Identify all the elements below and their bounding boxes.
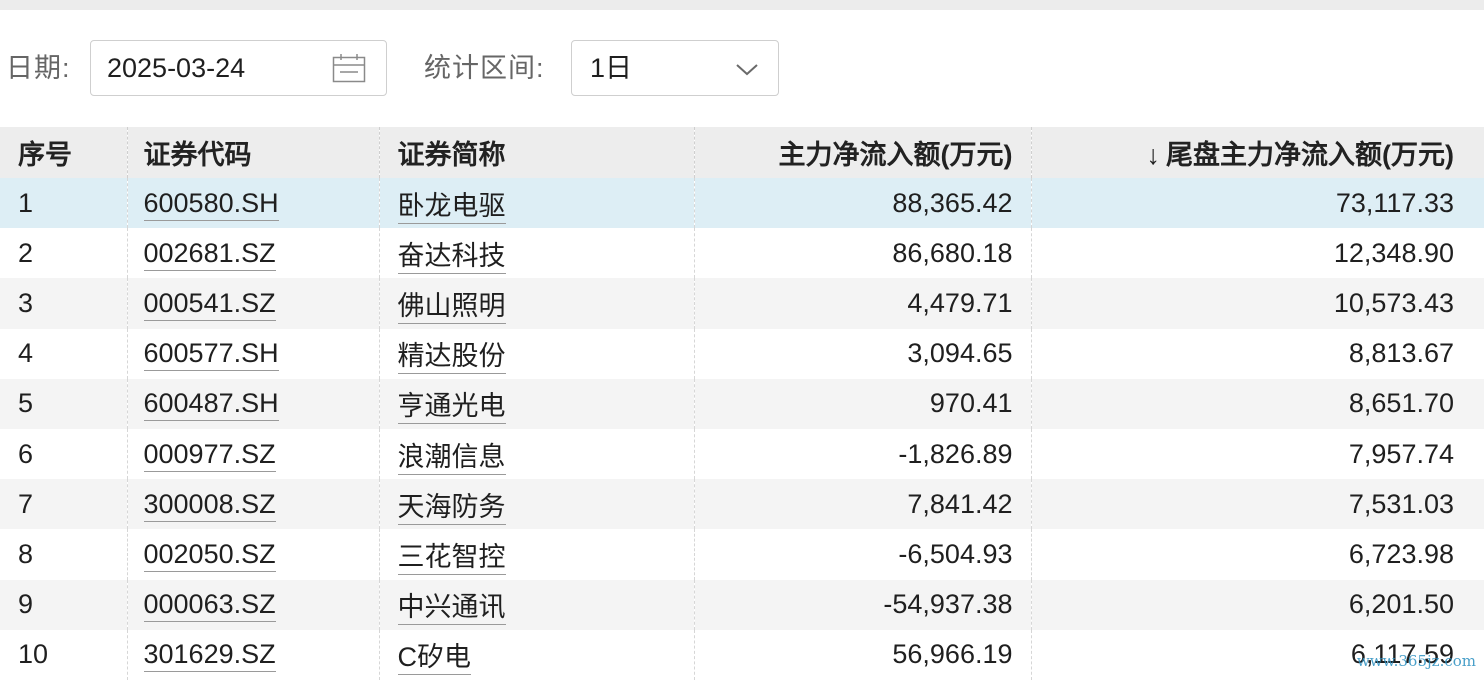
tail-main-net-inflow: 10,573.43 xyxy=(1031,278,1484,328)
header-name[interactable]: 证券简称 xyxy=(379,127,694,178)
security-name[interactable]: 精达股份 xyxy=(398,341,506,374)
security-name-link[interactable]: 中兴通讯 xyxy=(379,580,694,630)
security-name[interactable]: 亨通光电 xyxy=(398,391,506,424)
table-row[interactable]: 2 002681.SZ 奋达科技 86,680.1812,348.90 xyxy=(0,228,1484,278)
security-name-link[interactable]: 卧龙电驱 xyxy=(379,178,694,228)
security-name-link[interactable]: 浪潮信息 xyxy=(379,429,694,479)
row-index: 5 xyxy=(0,379,127,429)
table-row[interactable]: 8 002050.SZ 三花智控 -6,504.936,723.98 xyxy=(0,529,1484,579)
main-net-inflow: -54,937.38 xyxy=(694,580,1031,630)
top-bar xyxy=(0,0,1484,10)
row-index: 3 xyxy=(0,278,127,328)
main-net-inflow: 88,365.42 xyxy=(694,178,1031,228)
security-code[interactable]: 000977.SZ xyxy=(144,439,276,472)
calendar-icon[interactable] xyxy=(332,53,366,83)
period-value[interactable]: 1日 xyxy=(590,41,632,95)
security-code-link[interactable]: 000063.SZ xyxy=(127,580,379,630)
sort-desc-icon[interactable]: ↓ xyxy=(1147,140,1161,170)
security-code-link[interactable]: 600487.SH xyxy=(127,379,379,429)
main-net-inflow: 4,479.71 xyxy=(694,278,1031,328)
main-net-inflow: -1,826.89 xyxy=(694,429,1031,479)
filter-bar: 日期: 2025-03-24 统计区间: 1日 xyxy=(0,38,1484,98)
table-row[interactable]: 6 000977.SZ 浪潮信息 -1,826.897,957.74 xyxy=(0,429,1484,479)
table-header-row: 序号 证券代码 证券简称 主力净流入额(万元) ↓尾盘主力净流入额(万元) xyxy=(0,127,1484,178)
security-name-link[interactable]: 天海防务 xyxy=(379,479,694,529)
table-row[interactable]: 9 000063.SZ 中兴通讯 -54,937.386,201.50 xyxy=(0,580,1484,630)
security-code-link[interactable]: 600580.SH xyxy=(127,178,379,228)
tail-main-net-inflow: 7,531.03 xyxy=(1031,479,1484,529)
security-code[interactable]: 000063.SZ xyxy=(144,589,276,622)
main-net-inflow: 7,841.42 xyxy=(694,479,1031,529)
tail-main-net-inflow: 7,957.74 xyxy=(1031,429,1484,479)
header-tail-main-net-inflow[interactable]: ↓尾盘主力净流入额(万元) xyxy=(1031,127,1484,178)
table-row[interactable]: 5 600487.SH 亨通光电 970.418,651.70 xyxy=(0,379,1484,429)
row-index: 7 xyxy=(0,479,127,529)
main-net-inflow: 56,966.19 xyxy=(694,630,1031,680)
security-name[interactable]: 三花智控 xyxy=(398,542,506,575)
tail-main-net-inflow: 8,813.67 xyxy=(1031,329,1484,379)
table-row[interactable]: 7 300008.SZ 天海防务 7,841.427,531.03 xyxy=(0,479,1484,529)
security-name[interactable]: 浪潮信息 xyxy=(398,442,506,475)
security-code[interactable]: 301629.SZ xyxy=(144,639,276,672)
security-code[interactable]: 300008.SZ xyxy=(144,489,276,522)
security-code[interactable]: 002050.SZ xyxy=(144,539,276,572)
fund-flow-table: 序号 证券代码 证券简称 主力净流入额(万元) ↓尾盘主力净流入额(万元) 16… xyxy=(0,127,1484,680)
tail-main-net-inflow: 8,651.70 xyxy=(1031,379,1484,429)
security-code-link[interactable]: 002681.SZ xyxy=(127,228,379,278)
security-code-link[interactable]: 000541.SZ xyxy=(127,278,379,328)
period-select[interactable]: 1日 xyxy=(571,40,779,96)
watermark: www.365jz.com xyxy=(1357,652,1476,670)
table-row[interactable]: 1 600580.SH 卧龙电驱 88,365.4273,117.33 xyxy=(0,178,1484,228)
security-code[interactable]: 002681.SZ xyxy=(144,238,276,271)
security-name[interactable]: 天海防务 xyxy=(398,492,506,525)
row-index: 1 xyxy=(0,178,127,228)
security-code-link[interactable]: 301629.SZ xyxy=(127,630,379,680)
date-picker[interactable]: 2025-03-24 xyxy=(90,40,387,96)
row-index: 8 xyxy=(0,529,127,579)
row-index: 9 xyxy=(0,580,127,630)
table-row[interactable]: 10301629.SZC矽电56,966.196,117.59 xyxy=(0,630,1484,680)
row-index: 4 xyxy=(0,329,127,379)
date-label: 日期: xyxy=(6,38,71,98)
security-name[interactable]: 中兴通讯 xyxy=(398,592,506,625)
table-row[interactable]: 3 000541.SZ 佛山照明 4,479.7110,573.43 xyxy=(0,278,1484,328)
main-net-inflow: -6,504.93 xyxy=(694,529,1031,579)
main-net-inflow: 3,094.65 xyxy=(694,329,1031,379)
main-net-inflow: 970.41 xyxy=(694,379,1031,429)
row-index: 2 xyxy=(0,228,127,278)
row-index: 6 xyxy=(0,429,127,479)
security-code[interactable]: 000541.SZ xyxy=(144,288,276,321)
security-name[interactable]: C矽电 xyxy=(398,642,472,675)
security-code-link[interactable]: 300008.SZ xyxy=(127,479,379,529)
header-code[interactable]: 证券代码 xyxy=(127,127,379,178)
security-name[interactable]: 卧龙电驱 xyxy=(398,191,506,224)
security-code-link[interactable]: 002050.SZ xyxy=(127,529,379,579)
period-label: 统计区间: xyxy=(424,38,545,98)
tail-main-net-inflow: 73,117.33 xyxy=(1031,178,1484,228)
security-name-link[interactable]: 精达股份 xyxy=(379,329,694,379)
security-code[interactable]: 600487.SH xyxy=(144,388,279,421)
table-row[interactable]: 4 600577.SH 精达股份 3,094.658,813.67 xyxy=(0,329,1484,379)
security-name-link[interactable]: 三花智控 xyxy=(379,529,694,579)
security-name-link[interactable]: 佛山照明 xyxy=(379,278,694,328)
security-name[interactable]: 奋达科技 xyxy=(398,241,506,274)
chevron-down-icon[interactable] xyxy=(734,59,760,79)
security-name-link[interactable]: 亨通光电 xyxy=(379,379,694,429)
security-code[interactable]: 600580.SH xyxy=(144,188,279,221)
header-index[interactable]: 序号 xyxy=(0,127,127,178)
header-main-net-inflow[interactable]: 主力净流入额(万元) xyxy=(694,127,1031,178)
main-net-inflow: 86,680.18 xyxy=(694,228,1031,278)
security-code-link[interactable]: 600577.SH xyxy=(127,329,379,379)
date-value[interactable]: 2025-03-24 xyxy=(107,41,245,95)
row-index: 10 xyxy=(0,630,127,680)
security-name-link[interactable]: 奋达科技 xyxy=(379,228,694,278)
tail-main-net-inflow: 12,348.90 xyxy=(1031,228,1484,278)
security-code-link[interactable]: 000977.SZ xyxy=(127,429,379,479)
tail-main-net-inflow: 6,723.98 xyxy=(1031,529,1484,579)
security-name-link[interactable]: C矽电 xyxy=(379,630,694,680)
tail-main-net-inflow: 6,201.50 xyxy=(1031,580,1484,630)
security-code[interactable]: 600577.SH xyxy=(144,338,279,371)
security-name[interactable]: 佛山照明 xyxy=(398,291,506,324)
